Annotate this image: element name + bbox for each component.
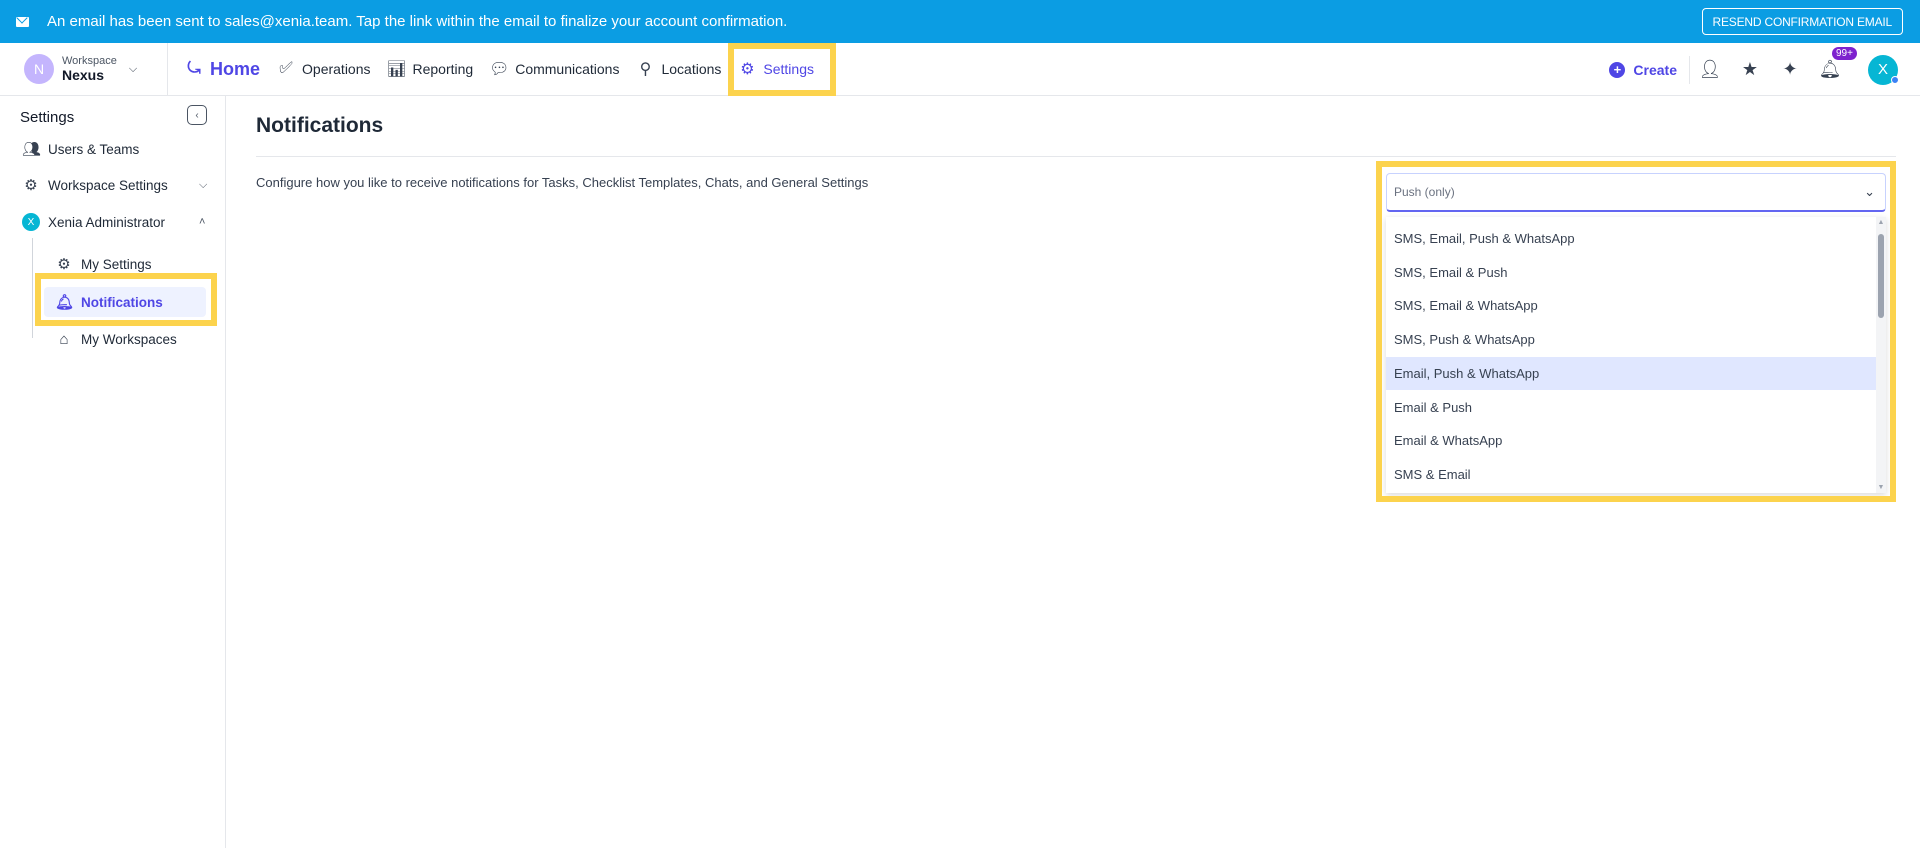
resend-confirmation-button[interactable]: RESEND CONFIRMATION EMAIL xyxy=(1701,8,1903,35)
bell-icon[interactable]: 🔔︎ 99+ xyxy=(1810,47,1857,80)
sidebar-item-my-settings[interactable]: ⚙︎ My Settings xyxy=(55,255,152,273)
nav-home[interactable]: ⤿ Home xyxy=(176,53,268,85)
chevron-down-icon: ⌵ xyxy=(199,178,208,191)
home-icon: ⌂ xyxy=(59,331,69,348)
sidebar-item-label: Xenia Administrator xyxy=(48,214,166,230)
map-pin-icon: ⚲ xyxy=(639,61,652,78)
banner-message: An email has been sent to sales@xenia.te… xyxy=(47,13,788,30)
status-dot xyxy=(1891,75,1899,84)
top-navigation: N Workspace Nexus ⌵ ⤿ Home ✅︎ Operations… xyxy=(0,43,1920,96)
bell-icon: 🔔︎ xyxy=(55,294,75,311)
chevron-down-icon: ⌄ xyxy=(1864,184,1875,199)
create-label: Create xyxy=(1633,61,1677,78)
nav-reporting-label: Reporting xyxy=(412,61,474,77)
sidebar-item-label: Workspace Settings xyxy=(48,177,168,193)
sidebar-item-xenia-administrator[interactable]: X Xenia Administrator ˄ xyxy=(22,213,212,231)
scroll-up-arrow[interactable]: ▲ xyxy=(1876,219,1886,226)
user-avatar-initial: X xyxy=(1877,61,1888,78)
nav-reporting[interactable]: 📊︎ Reporting xyxy=(379,53,482,85)
confirmation-banner: An email has been sent to sales@xenia.te… xyxy=(0,0,1920,43)
sliders-icon: ⚙︎ xyxy=(740,61,755,78)
sidebar-item-label: My Settings xyxy=(81,256,152,272)
page-description: Configure how you like to receive notifi… xyxy=(256,175,869,190)
check-circle-icon: ✅︎ xyxy=(279,60,293,77)
sidebar-item-notifications[interactable]: 🔔︎ Notifications xyxy=(55,293,163,311)
tree-connector xyxy=(32,238,33,338)
chevron-up-icon: ˄ xyxy=(199,216,206,228)
admin-avatar: X xyxy=(22,213,40,231)
workspace-switcher[interactable]: N Workspace Nexus ⌵ xyxy=(0,43,168,95)
scroll-down-arrow[interactable]: ▼ xyxy=(1876,484,1886,491)
users-icon: 👥︎ xyxy=(22,141,42,158)
chevron-down-icon: ⌵ xyxy=(128,62,138,75)
nav-communications-label: Communications xyxy=(515,61,620,77)
workspace-label: Workspace xyxy=(62,54,117,67)
notification-channel-select[interactable]: Push (only) ⌄ xyxy=(1386,173,1886,212)
create-button[interactable]: + Create xyxy=(1609,55,1690,84)
right-nav: + Create 👤︎ ★ ✦ 🔔︎ 99+ X xyxy=(1609,43,1920,96)
nav-settings[interactable]: ⚙︎ Settings xyxy=(729,53,822,85)
sidebar-title: Settings xyxy=(20,109,75,126)
sidebar-item-my-workspaces[interactable]: ⌂ My Workspaces xyxy=(55,331,177,348)
dropdown-option[interactable]: Email & Push xyxy=(1386,391,1876,424)
mail-icon xyxy=(16,16,29,27)
nav-operations[interactable]: ✅︎ Operations xyxy=(268,53,378,85)
home-logo-icon: ⤿ xyxy=(187,60,201,77)
dropdown-scrollbar[interactable]: ▲ ▼ xyxy=(1876,217,1886,493)
dropdown-option[interactable]: SMS, Email & Push xyxy=(1386,256,1876,289)
sidebar-item-label: Notifications xyxy=(81,294,163,310)
sidebar-item-users-teams[interactable]: 👥︎ Users & Teams xyxy=(22,140,139,158)
chat-bubble-icon: 💬︎ xyxy=(489,61,510,78)
workspace-name: Nexus xyxy=(62,67,105,84)
dropdown-option[interactable]: SMS, Email, Push & WhatsApp xyxy=(1386,222,1876,255)
dropdown-option[interactable]: SMS, Push & WhatsApp xyxy=(1386,323,1876,356)
telescope-icon[interactable]: ★ xyxy=(1730,59,1770,80)
sidebar-item-label: My Workspaces xyxy=(81,332,177,347)
plus-circle-icon: + xyxy=(1609,61,1626,78)
scrollbar-thumb[interactable] xyxy=(1878,234,1884,318)
select-value: Push (only) xyxy=(1394,185,1455,199)
nav-home-label: Home xyxy=(210,58,261,79)
puzzle-icon[interactable]: ✦ xyxy=(1770,59,1810,80)
nav-locations-label: Locations xyxy=(661,61,722,77)
sidebar-item-workspace-settings[interactable]: ⚙︎ Workspace Settings ⌵ xyxy=(22,176,212,194)
dropdown-option[interactable]: Email & WhatsApp xyxy=(1386,424,1876,457)
sidebar-item-label: Users & Teams xyxy=(48,141,140,157)
notification-channel-dropdown: SMS, Email, Push & WhatsApp SMS, Email & … xyxy=(1386,217,1886,493)
presentation-chart-icon: 📊︎ xyxy=(386,61,407,78)
nav-settings-label: Settings xyxy=(763,61,814,77)
user-avatar[interactable]: X xyxy=(1868,54,1899,85)
dropdown-option[interactable]: SMS, Email & WhatsApp xyxy=(1386,289,1876,322)
notification-count-badge: 99+ xyxy=(1832,47,1857,60)
dropdown-option[interactable]: SMS & Email xyxy=(1386,458,1876,491)
workspace-avatar: N xyxy=(24,54,54,84)
dropdown-option[interactable]: Email, Push & WhatsApp xyxy=(1386,356,1876,390)
collapse-sidebar-icon[interactable]: ‹ xyxy=(187,105,207,125)
sliders-icon: ⚙︎ xyxy=(24,177,38,194)
page-title: Notifications xyxy=(256,114,384,137)
nav-communications[interactable]: 💬︎ Communications xyxy=(481,53,627,85)
nav-locations[interactable]: ⚲ Locations xyxy=(627,53,729,85)
nav-operations-label: Operations xyxy=(302,61,371,77)
divider xyxy=(256,156,1896,157)
sliders-icon: ⚙︎ xyxy=(57,256,71,273)
settings-sidebar: Settings ‹ 👥︎ Users & Teams ⚙︎ Workspace… xyxy=(0,96,226,848)
invite-user-icon[interactable]: 👤︎ xyxy=(1690,59,1730,80)
